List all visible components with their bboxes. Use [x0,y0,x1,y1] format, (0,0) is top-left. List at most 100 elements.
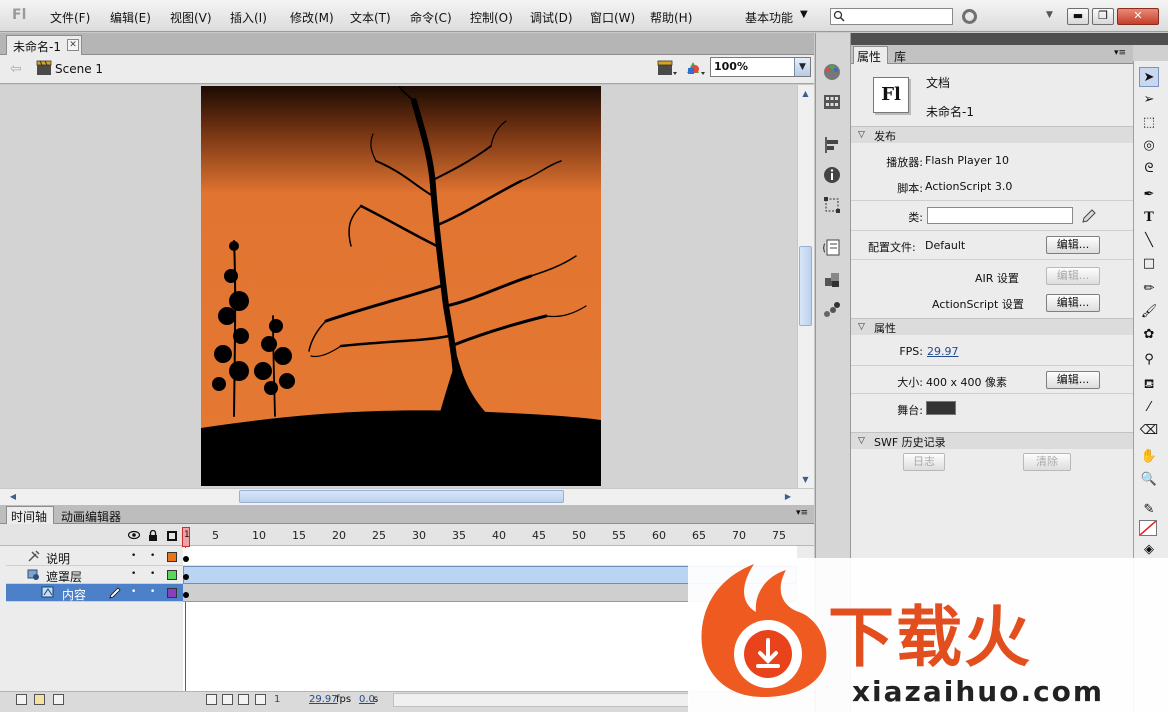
collapse-icon[interactable]: ▽ [858,436,865,446]
chevron-down-icon[interactable]: ▼ [800,9,808,20]
color-panel-icon[interactable] [822,62,842,82]
components-icon[interactable] [822,270,842,290]
keyframe[interactable] [183,574,189,580]
scene-label[interactable]: Scene 1 [55,62,103,76]
stage-color-swatch[interactable] [926,401,956,415]
maximize-button[interactable]: ❐ [1092,8,1114,25]
scroll-right-icon[interactable]: ▶ [781,490,795,503]
visibility-dot[interactable]: • [131,587,136,597]
pencil-icon[interactable]: ✏ [1139,279,1159,299]
minimize-button[interactable]: ▬ [1067,8,1089,25]
actionscript-edit-button[interactable]: 编辑... [1046,294,1100,312]
onion-skin-icon[interactable] [222,694,233,705]
edit-multiple-frames-icon[interactable] [255,694,266,705]
subselection-icon[interactable]: ➢ [1139,90,1159,110]
layer-outline-color[interactable] [167,588,177,598]
zoom-icon[interactable]: 🔍 [1139,470,1159,490]
lock-dot[interactable]: • [150,587,155,597]
deco-icon[interactable]: ✿ [1139,325,1159,345]
horizontal-scroll-thumb[interactable] [239,490,564,503]
menu-modify[interactable]: 修改(M) [290,9,334,26]
menu-view[interactable]: 视图(V) [170,9,212,26]
log-button[interactable]: 日志 [903,453,945,471]
vertical-scroll-thumb[interactable] [799,246,812,326]
align-icon[interactable] [822,135,842,155]
close-icon[interactable]: ✕ [67,39,79,51]
close-button[interactable]: ✕ [1117,8,1159,25]
menu-debug[interactable]: 调试(D) [530,9,573,26]
lock-dot[interactable]: • [150,569,155,579]
clear-button[interactable]: 清除 [1023,453,1071,471]
swatches-icon[interactable] [822,92,842,112]
chevron-down-icon[interactable]: ▼ [1046,10,1053,20]
layer-name[interactable]: 遮罩层 [46,568,82,585]
3d-rotation-icon[interactable]: ◎ [1139,136,1159,156]
collapse-icon[interactable]: ▽ [858,322,865,332]
layer-name[interactable]: 说明 [46,550,70,567]
text-icon[interactable]: T [1139,208,1159,228]
eyedropper-icon[interactable]: ⁄ [1139,398,1159,418]
delete-icon[interactable] [53,694,64,705]
hand-icon[interactable]: ✋ [1139,447,1159,467]
onion-outline-icon[interactable] [238,694,249,705]
workspace-switcher[interactable]: 基本功能 [745,9,793,26]
scroll-up-icon[interactable]: ▲ [798,86,813,101]
layer-row-selected[interactable] [6,584,183,602]
stage[interactable] [201,86,601,486]
chevron-down-icon[interactable]: ▼ [794,58,810,76]
tab-library[interactable]: 库 [894,48,906,65]
rectangle-icon[interactable]: □ [1139,254,1159,274]
edit-symbol-icon[interactable] [684,59,706,77]
menu-text[interactable]: 文本(T) [350,9,391,26]
panel-menu-icon[interactable]: ▾≡ [1114,48,1126,58]
stroke-color-icon[interactable]: ✎ [1139,500,1159,520]
profile-edit-button[interactable]: 编辑... [1046,236,1100,254]
layer-outline-color[interactable] [167,570,177,580]
class-field[interactable] [927,207,1073,224]
collapse-icon[interactable]: ▽ [858,130,865,140]
brush-icon[interactable]: 🖌 [1139,302,1159,322]
layer-outline-color[interactable] [167,552,177,562]
scroll-left-icon[interactable]: ◀ [6,490,20,503]
size-edit-button[interactable]: 编辑... [1046,371,1100,389]
menu-commands[interactable]: 命令(C) [410,9,452,26]
back-arrow-icon[interactable]: ⇦ [10,61,22,77]
air-edit-button[interactable]: 编辑... [1046,267,1100,285]
lasso-icon[interactable]: ᘓ [1139,159,1159,179]
search-input[interactable] [830,8,953,25]
layer-name[interactable]: 内容 [62,586,86,603]
outline-icon[interactable] [167,531,177,541]
new-layer-icon[interactable] [16,694,27,705]
paint-bucket-icon[interactable]: ⛾ [1139,375,1159,395]
bone-icon[interactable]: ⚲ [1139,350,1159,370]
edit-scene-icon[interactable] [656,59,678,77]
free-transform-icon[interactable]: ⬚ [1139,113,1159,133]
info-icon[interactable] [822,165,842,185]
visibility-dot[interactable]: • [131,551,136,561]
pencil-icon[interactable] [1081,208,1097,224]
new-folder-icon[interactable] [34,694,45,705]
center-frame-icon[interactable] [206,694,217,705]
menu-file[interactable]: 文件(F) [50,9,90,26]
timeline-horizontal-scrollbar[interactable] [393,693,693,707]
transform-icon[interactable] [822,195,842,215]
fill-color-icon[interactable]: ◈ [1139,540,1159,560]
pen-icon[interactable]: ✒ [1139,185,1159,205]
tab-motion-editor[interactable]: 动画编辑器 [61,508,121,525]
panel-menu-icon[interactable]: ▾≡ [796,508,808,518]
actions-icon[interactable] [822,238,842,258]
motion-presets-icon[interactable] [822,300,842,320]
eraser-icon[interactable]: ⌫ [1139,421,1159,441]
menu-control[interactable]: 控制(O) [470,9,513,26]
cs-live-icon[interactable] [962,9,977,24]
scroll-down-icon[interactable]: ▼ [798,472,813,487]
fps-value[interactable]: 29.97 [927,345,959,358]
visibility-dot[interactable]: • [131,569,136,579]
menu-help[interactable]: 帮助(H) [650,9,692,26]
lock-dot[interactable]: • [150,551,155,561]
playhead[interactable]: 1 [182,527,190,547]
stroke-color-swatch[interactable] [1139,520,1157,536]
menu-window[interactable]: 窗口(W) [590,9,635,26]
line-icon[interactable]: ╲ [1139,231,1159,251]
menu-edit[interactable]: 编辑(E) [110,9,151,26]
